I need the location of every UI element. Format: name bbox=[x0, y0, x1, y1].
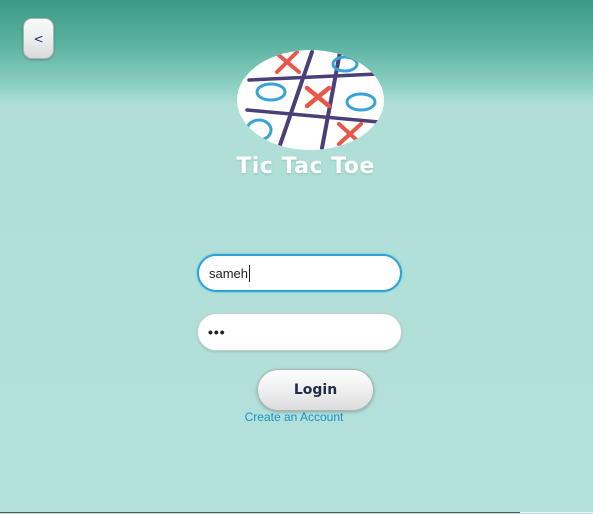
tic-tac-toe-logo-icon bbox=[237, 50, 384, 150]
password-value: ••• bbox=[208, 324, 226, 340]
login-button[interactable]: Login bbox=[257, 369, 374, 411]
username-field[interactable]: sameh bbox=[197, 254, 402, 292]
bottom-divider bbox=[0, 512, 593, 513]
text-caret bbox=[249, 264, 251, 282]
create-account-link[interactable]: Create an Account bbox=[200, 410, 388, 424]
app-title: Tic Tac Toe bbox=[236, 154, 375, 179]
back-button[interactable]: < bbox=[23, 18, 54, 59]
bottom-divider-highlight bbox=[520, 512, 593, 513]
username-value: sameh bbox=[209, 265, 249, 281]
password-field[interactable]: ••• bbox=[197, 313, 402, 351]
